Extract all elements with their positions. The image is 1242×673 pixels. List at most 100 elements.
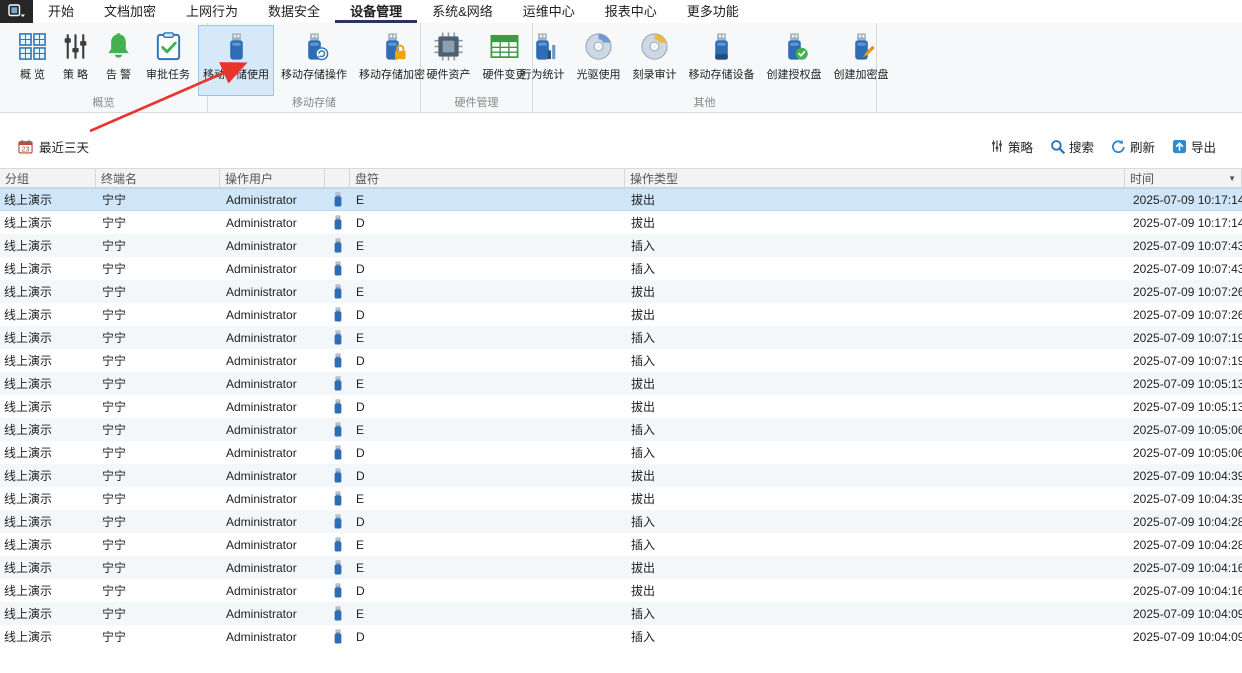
cell-terminal: 宁宁 (96, 602, 220, 625)
date-range-filter[interactable]: 23 最近三天 (18, 137, 89, 156)
table-row[interactable]: 线上演示宁宁AdministratorE拔出2025-07-09 10:05:1… (0, 372, 1242, 395)
table-row[interactable]: 线上演示宁宁AdministratorD拔出2025-07-09 10:04:3… (0, 464, 1242, 487)
tab-system-network[interactable]: 系统&网络 (417, 0, 508, 23)
usb-drive-icon (333, 215, 343, 230)
cell-terminal: 宁宁 (96, 280, 220, 303)
cell-time: 2025-07-09 10:04:39 (1125, 464, 1242, 487)
usb-operation-button[interactable]: 移动存储操作 (276, 25, 352, 96)
policy-button[interactable]: 策 略 (55, 25, 96, 96)
behavior-stats-button[interactable]: 行为统计 (516, 25, 570, 96)
table-row[interactable]: 线上演示宁宁AdministratorD插入2025-07-09 10:04:0… (0, 625, 1242, 648)
cell-action: 插入 (625, 625, 1125, 648)
tab-more-features[interactable]: 更多功能 (672, 0, 754, 23)
table-row[interactable]: 线上演示宁宁AdministratorE插入2025-07-09 10:04:0… (0, 602, 1242, 625)
table-row[interactable]: 线上演示宁宁AdministratorE插入2025-07-09 10:05:0… (0, 418, 1242, 441)
cell-group: 线上演示 (0, 418, 96, 441)
table-row[interactable]: 线上演示宁宁AdministratorD插入2025-07-09 10:07:1… (0, 349, 1242, 372)
cell-icon (325, 326, 350, 349)
usb-drive-icon (333, 238, 343, 253)
table-row[interactable]: 线上演示宁宁AdministratorE拔出2025-07-09 10:04:1… (0, 556, 1242, 579)
search-action[interactable]: 搜索 (1050, 137, 1094, 156)
cell-action: 插入 (625, 234, 1125, 257)
table-row[interactable]: 线上演示宁宁AdministratorE拔出2025-07-09 10:17:1… (0, 188, 1242, 211)
usb-encrypt-button-label: 移动存储加密 (359, 66, 425, 82)
hardware-asset-button[interactable]: 硬件资产 (422, 25, 476, 96)
cell-group: 线上演示 (0, 303, 96, 326)
cell-terminal: 宁宁 (96, 257, 220, 280)
cell-group: 线上演示 (0, 556, 96, 579)
cell-action: 拔出 (625, 579, 1125, 602)
column-header-group[interactable]: 分组 (0, 169, 96, 187)
usb-device-icon (706, 31, 737, 62)
column-header-drive[interactable]: 盘符 (350, 169, 625, 187)
app-window-icon (8, 4, 26, 19)
cell-user: Administrator (220, 303, 325, 326)
tab-device-management[interactable]: 设备管理 (335, 0, 417, 23)
table-row[interactable]: 线上演示宁宁AdministratorD拔出2025-07-09 10:07:2… (0, 303, 1242, 326)
app-menu-button[interactable] (0, 0, 33, 23)
alarm-button[interactable]: 告 警 (98, 25, 139, 96)
export-action[interactable]: 导出 (1172, 137, 1216, 156)
column-header-time[interactable]: 时间▼ (1125, 169, 1242, 187)
approval-tasks-button[interactable]: 审批任务 (141, 25, 195, 96)
usb-encrypt-button[interactable]: 移动存储加密 (354, 25, 430, 96)
tab-start[interactable]: 开始 (33, 0, 89, 23)
cell-time: 2025-07-09 10:07:19 (1125, 349, 1242, 372)
table-row[interactable]: 线上演示宁宁AdministratorD插入2025-07-09 10:04:2… (0, 510, 1242, 533)
cell-icon (325, 280, 350, 303)
usb-device-button[interactable]: 移动存储设备 (684, 25, 760, 96)
table-row[interactable]: 线上演示宁宁AdministratorD插入2025-07-09 10:07:4… (0, 257, 1242, 280)
table-row[interactable]: 线上演示宁宁AdministratorE插入2025-07-09 10:04:2… (0, 533, 1242, 556)
cell-user: Administrator (220, 579, 325, 602)
cell-time: 2025-07-09 10:07:19 (1125, 326, 1242, 349)
usb-operation-button-label: 移动存储操作 (281, 66, 347, 82)
tab-data-security[interactable]: 数据安全 (253, 0, 335, 23)
burn-audit-button[interactable]: 刻录审计 (628, 25, 682, 96)
cell-user: Administrator (220, 326, 325, 349)
policy-action[interactable]: 策略 (990, 137, 1033, 156)
tab-web-behavior[interactable]: 上网行为 (171, 0, 253, 23)
overview-button-label: 概 览 (20, 66, 45, 82)
table-row[interactable]: 线上演示宁宁AdministratorE拔出2025-07-09 10:04:3… (0, 487, 1242, 510)
cell-group: 线上演示 (0, 234, 96, 257)
cell-action: 插入 (625, 602, 1125, 625)
column-header-device-icon[interactable] (325, 169, 350, 187)
table-row[interactable]: 线上演示宁宁AdministratorD插入2025-07-09 10:05:0… (0, 441, 1242, 464)
cell-icon (325, 510, 350, 533)
cell-action: 拔出 (625, 372, 1125, 395)
tab-ops-center[interactable]: 运维中心 (508, 0, 590, 23)
column-header-user[interactable]: 操作用户 (220, 169, 325, 187)
policy-button-label: 策 略 (63, 66, 88, 82)
cell-drive: E (350, 189, 625, 210)
create-encrypt-disk-button[interactable]: 创建加密盘 (829, 25, 894, 96)
ribbon-group-removable-storage-label: 移动存储 (208, 96, 420, 112)
column-header-action[interactable]: 操作类型 (625, 169, 1125, 187)
table-row[interactable]: 线上演示宁宁AdministratorE拔出2025-07-09 10:07:2… (0, 280, 1242, 303)
behavior-stats-icon (527, 31, 558, 62)
cell-terminal: 宁宁 (96, 395, 220, 418)
ribbon-group-removable-storage: 移动存储使用移动存储操作移动存储加密移动存储 (208, 23, 421, 112)
cell-icon (325, 349, 350, 372)
usb-drive-icon (333, 606, 343, 621)
cell-icon (325, 303, 350, 326)
cell-group: 线上演示 (0, 579, 96, 602)
column-header-terminal[interactable]: 终端名 (96, 169, 220, 187)
table-row[interactable]: 线上演示宁宁AdministratorE插入2025-07-09 10:07:4… (0, 234, 1242, 257)
time-column-dropdown-icon[interactable]: ▼ (1228, 174, 1236, 183)
table-row[interactable]: 线上演示宁宁AdministratorD拔出2025-07-09 10:04:1… (0, 579, 1242, 602)
disc-usage-button[interactable]: 光驱使用 (572, 25, 626, 96)
refresh-action[interactable]: 刷新 (1111, 137, 1155, 156)
tab-report-center[interactable]: 报表中心 (590, 0, 672, 23)
table-row[interactable]: 线上演示宁宁AdministratorE插入2025-07-09 10:07:1… (0, 326, 1242, 349)
table-row[interactable]: 线上演示宁宁AdministratorD拔出2025-07-09 10:05:1… (0, 395, 1242, 418)
cell-icon (325, 418, 350, 441)
usb-usage-button[interactable]: 移动存储使用 (198, 25, 274, 96)
cell-action: 插入 (625, 349, 1125, 372)
hardware-asset-icon (433, 31, 464, 62)
overview-button[interactable]: 概 览 (12, 25, 53, 96)
search-action-label: 搜索 (1069, 137, 1094, 156)
create-auth-disk-button[interactable]: 创建授权盘 (762, 25, 827, 96)
table-row[interactable]: 线上演示宁宁AdministratorD拔出2025-07-09 10:17:1… (0, 211, 1242, 234)
cell-action: 插入 (625, 326, 1125, 349)
tab-document-encryption[interactable]: 文档加密 (89, 0, 171, 23)
